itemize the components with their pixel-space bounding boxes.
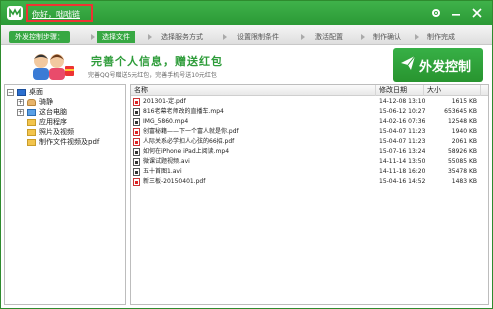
file-modified: 15-07-16 13:24: [379, 148, 425, 155]
pdf-file-icon: [133, 128, 140, 136]
app-window: 你好，咄咄链 外发控制步骤： 选择文件 选择服务方式 设置限制条件 激活配置 制…: [0, 0, 493, 309]
step-select-file: 选择文件: [97, 31, 135, 43]
paper-plane-icon: [401, 55, 416, 70]
file-modified: 15-04-07 11:23: [379, 138, 425, 145]
file-modified: 14-12-08 13:10: [379, 98, 425, 105]
step-arrow-icon: [148, 34, 152, 40]
step-arrow-icon: [301, 34, 305, 40]
table-row[interactable]: IMG_5860.mp4 14-02-16 07:36 12548 KB: [131, 117, 488, 127]
file-name: 创富秘籍——下一个富人就是你.pdf: [143, 128, 239, 135]
file-size: 12548 KB: [447, 118, 477, 125]
table-row[interactable]: 微课试题视频.avi 14-11-14 13:50 55085 KB: [131, 157, 488, 167]
column-header-size[interactable]: 大小: [424, 85, 481, 96]
file-modified: 14-02-16 07:36: [379, 118, 425, 125]
file-name: 201301-定.pdf: [143, 98, 186, 105]
step-arrow-icon: [415, 34, 419, 40]
banner-title: 完善个人信息，赠送红包: [91, 55, 223, 68]
gear-icon[interactable]: [426, 1, 446, 25]
desktop-icon: [17, 89, 26, 96]
file-size: 1615 KB: [451, 98, 477, 105]
tree-node-label: 这台电脑: [39, 108, 67, 116]
collapse-toggle-icon[interactable]: −: [7, 89, 14, 96]
file-modified: 15-04-16 14:52: [379, 178, 425, 185]
minimize-icon[interactable]: [446, 1, 466, 25]
title-bar: 你好，咄咄链: [1, 1, 492, 25]
file-size: 58926 KB: [447, 148, 477, 155]
video-file-icon: [133, 118, 140, 126]
file-name: 五十首图1.avi: [143, 168, 182, 175]
video-file-icon: [133, 148, 140, 156]
step-activate-config: 激活配置: [315, 33, 343, 41]
step-arrow-icon: [91, 34, 95, 40]
file-size: 2061 KB: [451, 138, 477, 145]
app-logo-icon: [7, 6, 23, 20]
file-size: 55085 KB: [447, 158, 477, 165]
file-name: 人际关系必学扣人心弦的66招.pdf: [143, 138, 235, 145]
tree-node-label: 骑静: [39, 98, 53, 106]
step-bar: 外发控制步骤： 选择文件 选择服务方式 设置限制条件 激活配置 制作确认 制作完…: [1, 25, 492, 45]
step-done: 制作完成: [427, 33, 455, 41]
people-illustration-icon: [33, 54, 74, 80]
table-row[interactable]: 五十首图1.avi 14-11-18 16:20 35478 KB: [131, 167, 488, 177]
file-list[interactable]: 名称 修改日期 大小 201301-定.pdf 14-12-08 13:10 161…: [130, 84, 489, 305]
pdf-file-icon: [133, 138, 140, 146]
external-control-button[interactable]: 外发控制: [393, 48, 483, 82]
file-modified: 14-11-18 16:20: [379, 168, 425, 175]
step-select-service: 选择服务方式: [161, 33, 203, 41]
file-list-header: 名称 修改日期 大小: [131, 85, 488, 96]
tree-node-label: 照片及视频: [39, 128, 74, 136]
tree-node-label: 应用程序: [39, 118, 67, 126]
pdf-file-icon: [133, 98, 140, 106]
video-file-icon: [133, 168, 140, 176]
file-name: 新三板-20150401.pdf: [143, 178, 206, 185]
step-arrow-icon: [223, 34, 227, 40]
folder-icon: [27, 129, 36, 136]
pdf-file-icon: [133, 178, 140, 186]
file-name: 816老幕老师改的直播车.mp4: [143, 108, 224, 115]
column-header-modified[interactable]: 修改日期: [376, 85, 424, 96]
table-row[interactable]: 816老幕老师改的直播车.mp4 15-06-12 10:27 653645 KB: [131, 107, 488, 117]
file-modified: 15-06-12 10:27: [379, 108, 425, 115]
file-name: IMG_5860.mp4: [143, 118, 189, 125]
table-row[interactable]: 新三板-20150401.pdf 15-04-16 14:52 1483 KB: [131, 177, 488, 187]
promo-banner: 完善个人信息，赠送红包 完善QQ号赠送5元红包，完善手机号送10元红包 外发控制: [1, 46, 492, 84]
file-size: 1483 KB: [451, 178, 477, 185]
table-row[interactable]: 人际关系必学扣人心弦的66招.pdf 15-04-07 11:23 2061 KB: [131, 137, 488, 147]
banner-subtitle: 完善QQ号赠送5元红包，完善手机号送10元红包: [88, 72, 217, 79]
user-greeting-link[interactable]: 你好，咄咄链: [32, 9, 80, 20]
video-file-icon: [133, 158, 140, 166]
file-size: 35478 KB: [447, 168, 477, 175]
file-size: 653645 KB: [444, 108, 477, 115]
table-row[interactable]: 201301-定.pdf 14-12-08 13:10 1615 KB: [131, 97, 488, 107]
folder-icon: [27, 139, 36, 146]
computer-icon: [27, 109, 36, 116]
tree-node-label: 制作文件视频及pdf: [39, 138, 100, 146]
step-set-limits: 设置限制条件: [237, 33, 279, 41]
external-control-button-label: 外发控制: [419, 60, 472, 75]
step-confirm: 制作确认: [373, 33, 401, 41]
table-row[interactable]: 如何在iPhone iPad上阅读.mp4 15-07-16 13:24 58926…: [131, 147, 488, 157]
close-icon[interactable]: [467, 1, 487, 25]
steps-prefix-label: 外发控制步骤：: [9, 31, 70, 43]
user-folder-icon: [27, 99, 36, 106]
folder-tree[interactable]: − 桌面 + 骑静 + 这台电脑 应用程序 照片及视频 制作文件视频及pdf: [4, 84, 126, 305]
expand-toggle-icon[interactable]: +: [17, 109, 24, 116]
file-name: 微课试题视频.avi: [143, 158, 190, 165]
file-name: 如何在iPhone iPad上阅读.mp4: [143, 148, 230, 155]
greeting-highlight: 你好，咄咄链: [26, 4, 93, 22]
column-header-name[interactable]: 名称: [131, 85, 376, 96]
video-file-icon: [133, 108, 140, 116]
folder-icon: [27, 119, 36, 126]
file-modified: 14-11-14 13:50: [379, 158, 425, 165]
step-arrow-icon: [361, 34, 365, 40]
tree-node-label: 桌面: [29, 88, 43, 96]
file-size: 1940 KB: [451, 128, 477, 135]
table-row[interactable]: 创富秘籍——下一个富人就是你.pdf 15-04-07 11:23 1940 KB: [131, 127, 488, 137]
expand-toggle-icon[interactable]: +: [17, 99, 24, 106]
file-modified: 15-04-07 11:23: [379, 128, 425, 135]
